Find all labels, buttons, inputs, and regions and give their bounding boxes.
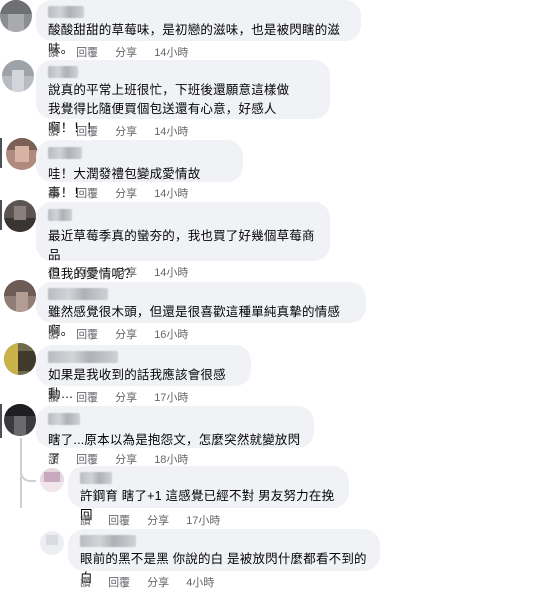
reply-button[interactable]: 回覆 — [108, 574, 130, 590]
reply-actions: 讚 回覆 分享 17小時 — [80, 512, 220, 528]
avatar[interactable] — [4, 200, 36, 232]
reply-bubble: 眼前的黑不是黑 你說的白 是被放閃什麼都看不到的白 — [68, 529, 380, 585]
comment-bubble: 說真的平常上班很忙，下班後還願意這樣做 我覺得比隨便買個包送還有心意，好感人啊！… — [36, 60, 330, 135]
thread-marker — [0, 138, 2, 168]
commenter-name[interactable] — [48, 66, 78, 78]
thread-marker — [0, 200, 2, 230]
like-button[interactable]: 讚 — [48, 451, 59, 467]
share-button[interactable]: 分享 — [115, 451, 137, 467]
avatar[interactable] — [40, 468, 64, 492]
avatar[interactable] — [4, 343, 36, 375]
comment-bubble: 最近草莓季真的蠻夯的，我也買了好幾個草莓商品 但我的愛情呢？ — [36, 202, 330, 281]
reply-bubble: 許鋼育 瞎了+1 這感覺已經不對 男友努力在挽回 — [68, 466, 349, 522]
commenter-name[interactable] — [48, 413, 80, 426]
share-button[interactable]: 分享 — [115, 389, 137, 405]
share-button[interactable]: 分享 — [115, 44, 137, 60]
avatar[interactable] — [4, 404, 36, 436]
reply-button[interactable]: 回覆 — [76, 326, 98, 342]
commenter-name[interactable] — [48, 288, 108, 300]
like-button[interactable]: 讚 — [48, 44, 59, 60]
reply-button[interactable]: 回覆 — [76, 389, 98, 405]
like-button[interactable]: 讚 — [48, 264, 59, 280]
reply-button[interactable]: 回覆 — [76, 264, 98, 280]
reply-button[interactable]: 回覆 — [76, 123, 98, 139]
timestamp[interactable]: 14小時 — [154, 264, 188, 280]
share-button[interactable]: 分享 — [115, 123, 137, 139]
avatar[interactable] — [4, 280, 36, 312]
comment-actions: 讚 回覆 分享 17小時 — [48, 389, 188, 405]
commenter-name[interactable] — [80, 535, 136, 547]
like-button[interactable]: 讚 — [48, 389, 59, 405]
comment-actions: 讚 回覆 分享 14小時 — [48, 264, 188, 280]
timestamp[interactable]: 4小時 — [186, 574, 214, 590]
like-button[interactable]: 讚 — [48, 326, 59, 342]
timestamp[interactable]: 14小時 — [154, 185, 188, 201]
commenter-name[interactable] — [48, 209, 72, 222]
commenter-name[interactable] — [48, 351, 118, 363]
share-button[interactable]: 分享 — [115, 264, 137, 280]
comment-actions: 讚 回覆 分享 18小時 — [48, 451, 188, 467]
comment-bubble: 如果是我收到的話我應該會很感動… — [36, 345, 251, 401]
avatar[interactable] — [40, 531, 64, 555]
like-button[interactable]: 讚 — [80, 574, 91, 590]
share-button[interactable]: 分享 — [147, 512, 169, 528]
comment-actions: 讚 回覆 分享 16小時 — [48, 326, 188, 342]
reply-button[interactable]: 回覆 — [108, 512, 130, 528]
comment-bubble: 酸酸甜甜的草莓味，是初戀的滋味，也是被閃瞎的滋味。 — [36, 0, 361, 56]
timestamp[interactable]: 17小時 — [186, 512, 220, 528]
like-button[interactable]: 讚 — [48, 123, 59, 139]
comment-bubble: 哇！大潤發禮包變成愛情故事！！ — [36, 140, 243, 200]
commenter-name[interactable] — [48, 147, 82, 160]
avatar[interactable] — [2, 60, 34, 92]
comment-actions: 讚 回覆 分享 14小時 — [48, 44, 188, 60]
commenter-name[interactable] — [80, 472, 112, 484]
reply-button[interactable]: 回覆 — [76, 185, 98, 201]
avatar[interactable] — [6, 138, 38, 170]
share-button[interactable]: 分享 — [115, 326, 137, 342]
comment-bubble: 雖然感覺很木頭，但還是很喜歡這種單純真摯的情感啊。 — [36, 282, 366, 338]
avatar[interactable] — [0, 0, 32, 32]
reply-button[interactable]: 回覆 — [76, 44, 98, 60]
share-button[interactable]: 分享 — [115, 185, 137, 201]
timestamp[interactable]: 16小時 — [154, 326, 188, 342]
thread-connector-branch — [20, 466, 36, 482]
like-button[interactable]: 讚 — [80, 512, 91, 528]
comment-actions: 讚 回覆 分享 14小時 — [48, 123, 188, 139]
timestamp[interactable]: 14小時 — [154, 44, 188, 60]
reply-button[interactable]: 回覆 — [76, 451, 98, 467]
timestamp[interactable]: 14小時 — [154, 123, 188, 139]
thread-marker — [0, 404, 2, 438]
timestamp[interactable]: 18小時 — [154, 451, 188, 467]
like-button[interactable]: 讚 — [48, 185, 59, 201]
share-button[interactable]: 分享 — [147, 574, 169, 590]
comment-bubble: 瞎了...原本以為是抱怨文，怎麼突然就變放閃了 — [36, 406, 314, 466]
reply-actions: 讚 回覆 分享 4小時 — [80, 574, 214, 590]
comment-actions: 讚 回覆 分享 14小時 — [48, 185, 188, 201]
commenter-name[interactable] — [48, 6, 84, 18]
timestamp[interactable]: 17小時 — [154, 389, 188, 405]
